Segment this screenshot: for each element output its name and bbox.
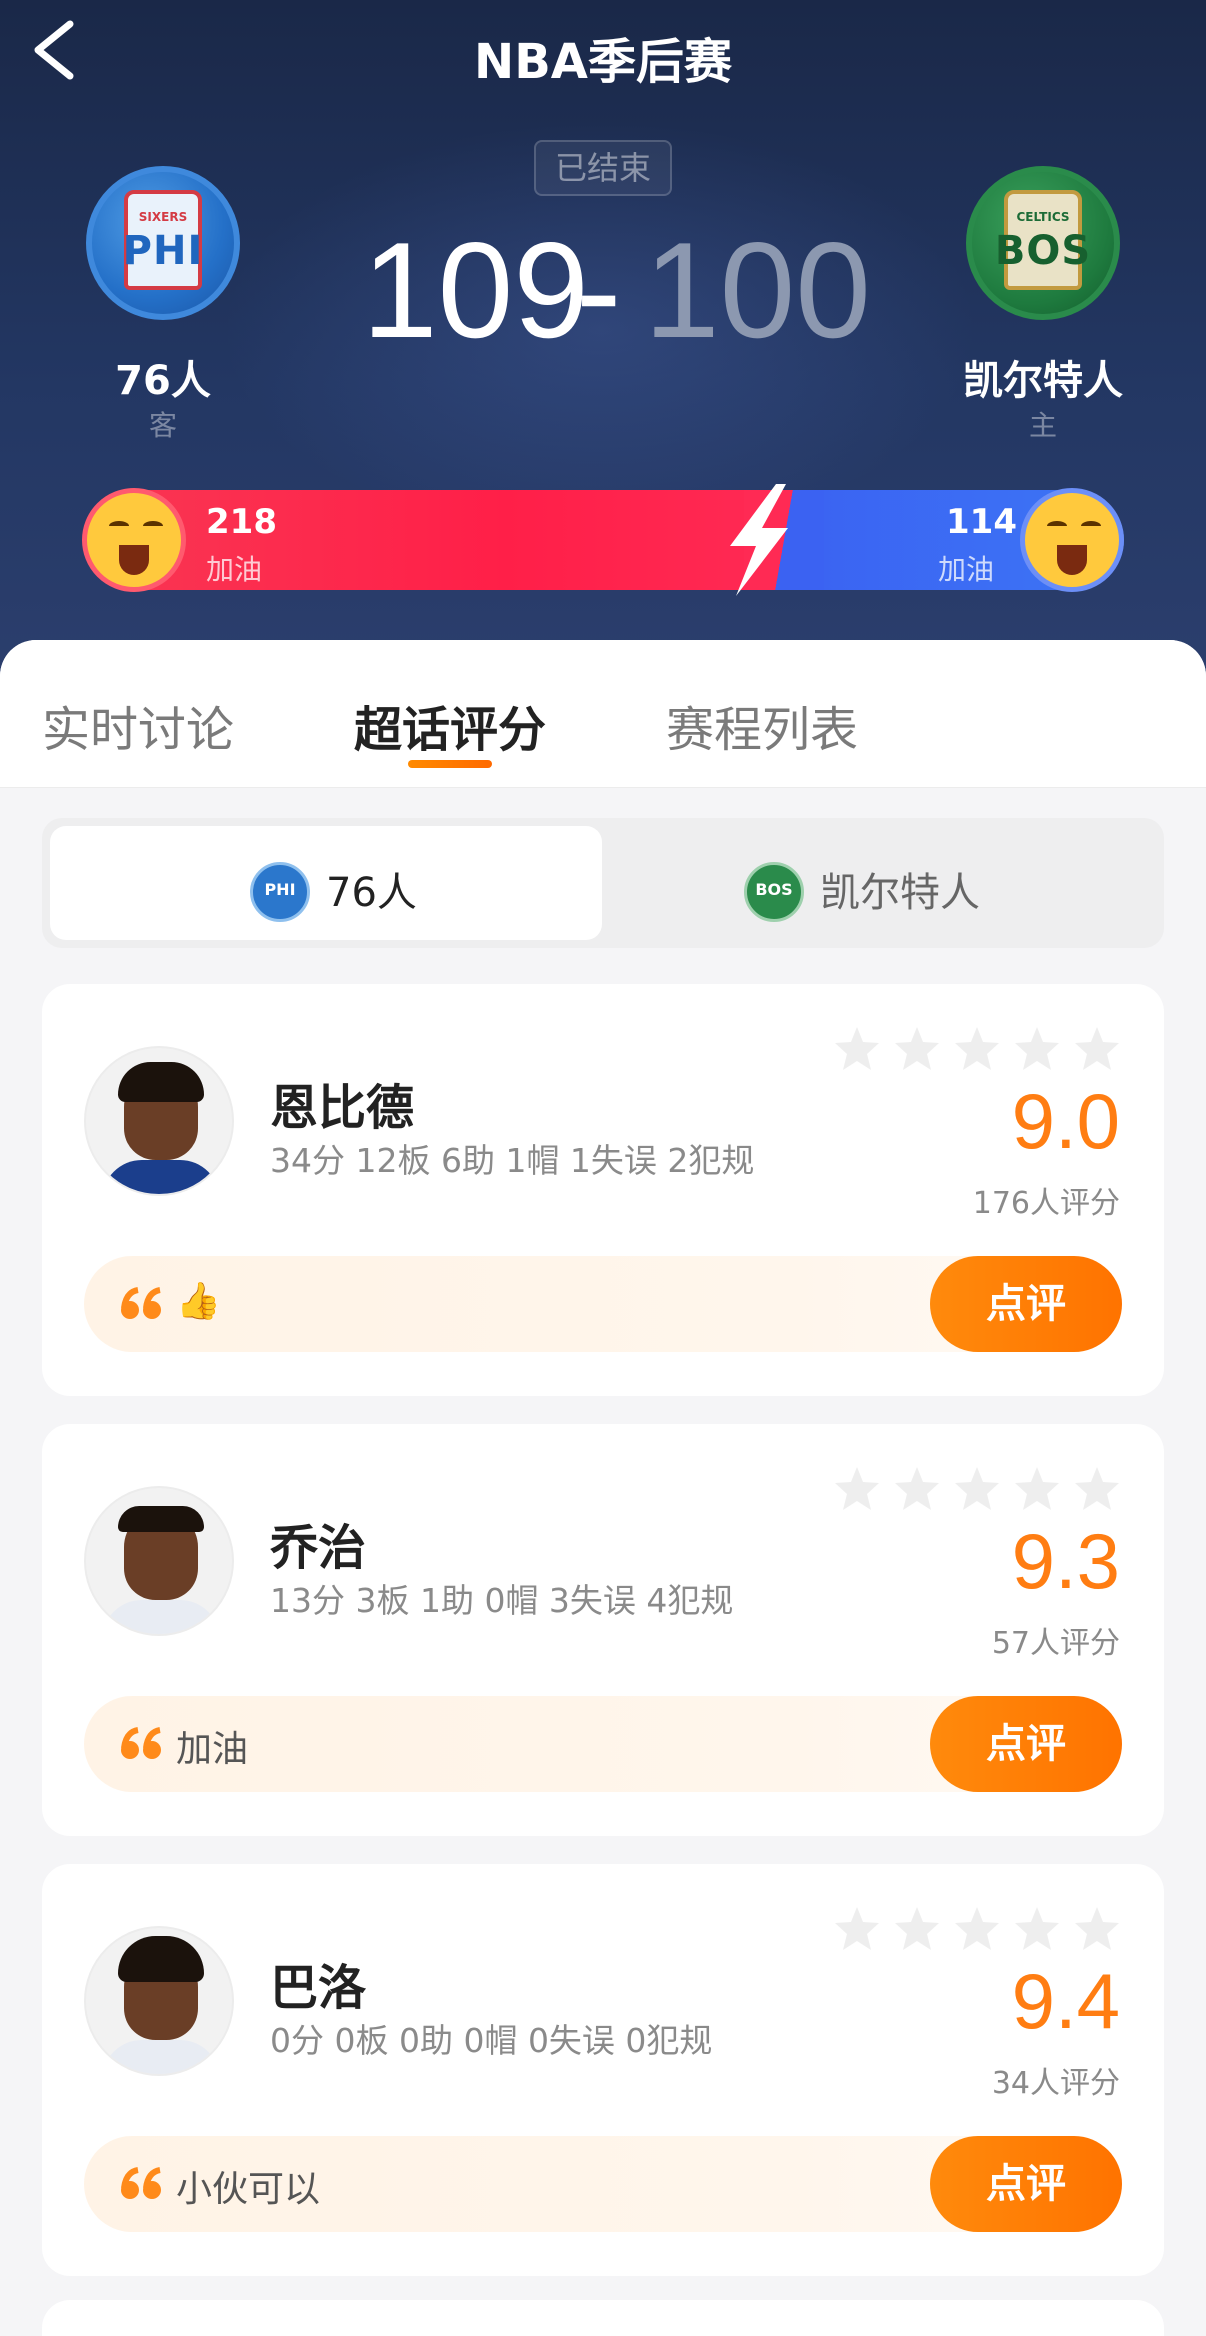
- away-score: 109: [362, 214, 589, 366]
- home-team-logo[interactable]: CELTICS BOS: [966, 166, 1120, 320]
- star-icon[interactable]: [892, 1024, 942, 1074]
- star-icon[interactable]: [952, 1464, 1002, 1514]
- toggle-away-label: 76人: [326, 870, 417, 916]
- star-icon[interactable]: [832, 1464, 882, 1514]
- player-card: 巴洛 0分 0板 0助 0帽 0失误 0犯规 9.4 34人评分 小伙可以 点评: [42, 1864, 1164, 2276]
- review-button[interactable]: 点评: [930, 2136, 1122, 2232]
- player-stats: 0分 0板 0助 0帽 0失误 0犯规: [270, 2021, 713, 2060]
- next-player-card: [42, 2300, 1164, 2336]
- status-badge: 已结束: [534, 140, 672, 196]
- player-name: 乔治: [270, 1520, 367, 1576]
- home-team-name[interactable]: 凯尔特人: [940, 348, 1146, 406]
- home-team-role: 主: [1028, 409, 1057, 442]
- away-team-role: 客: [148, 409, 177, 442]
- toggle-away-team[interactable]: PHI 76人: [50, 826, 602, 940]
- quote-icon: [121, 1727, 161, 1759]
- page-title: NBA季后赛: [474, 34, 732, 90]
- star-icon[interactable]: [832, 1904, 882, 1954]
- star-icon[interactable]: [952, 1904, 1002, 1954]
- content-sheet: 实时讨论 超话评分 赛程列表 PHI 76人 BOS 凯尔特人 恩比德 34分 …: [0, 640, 1206, 2336]
- player-avatar[interactable]: [84, 1046, 234, 1196]
- comment-text: 加油: [176, 1729, 249, 1770]
- star-icon[interactable]: [1072, 1904, 1122, 1954]
- player-stats: 13分 3板 1助 0帽 3失误 4犯规: [270, 1581, 734, 1620]
- rating-count: 57人评分: [991, 1626, 1120, 1661]
- quote-icon: [121, 1287, 161, 1319]
- star-icon[interactable]: [952, 1024, 1002, 1074]
- star-rating[interactable]: [832, 1024, 1132, 1076]
- away-cheer-emoji-icon[interactable]: [82, 488, 186, 592]
- rating-count: 176人评分: [972, 1186, 1120, 1221]
- away-team-logo[interactable]: SIXERS PHI: [86, 166, 240, 320]
- star-icon[interactable]: [1012, 1464, 1062, 1514]
- home-logo-small-text: CELTICS: [1016, 210, 1070, 224]
- star-icon[interactable]: [832, 1024, 882, 1074]
- comment-text: 👍: [176, 1281, 221, 1322]
- player-name: 巴洛: [270, 1960, 367, 2016]
- score-separator: -: [576, 214, 622, 366]
- game-header: NBA季后赛 已结束 SIXERS PHI 76人 客 CELTICS BOS …: [0, 0, 1206, 700]
- player-avatar[interactable]: [84, 1926, 234, 2076]
- quote-icon: [121, 2167, 161, 2199]
- star-icon[interactable]: [1012, 1904, 1062, 1954]
- away-team-name[interactable]: 76人: [80, 348, 246, 406]
- player-rating: 9.3: [1011, 1517, 1120, 1605]
- bos-logo-icon: BOS: [744, 862, 804, 922]
- star-icon[interactable]: [1072, 1464, 1122, 1514]
- team-toggle: PHI 76人 BOS 凯尔特人: [42, 818, 1164, 948]
- home-score: 100: [644, 214, 871, 366]
- away-cheer-label: 加油: [206, 553, 263, 586]
- tab-schedule[interactable]: 赛程列表: [666, 690, 858, 760]
- player-avatar[interactable]: [84, 1486, 234, 1636]
- player-rating: 9.4: [1011, 1957, 1120, 2045]
- away-logo-big-text: PHI: [122, 228, 204, 274]
- home-cheer-label: 加油: [938, 553, 995, 586]
- player-card: 乔治 13分 3板 1助 0帽 3失误 4犯规 9.3 57人评分 加油 点评: [42, 1424, 1164, 1836]
- home-logo-big-text: BOS: [994, 228, 1092, 274]
- rating-count: 34人评分: [991, 2066, 1120, 2101]
- active-tab-indicator: [408, 760, 492, 768]
- player-stats: 34分 12板 6助 1帽 1失误 2犯规: [270, 1141, 755, 1180]
- star-icon[interactable]: [892, 1464, 942, 1514]
- star-icon[interactable]: [892, 1904, 942, 1954]
- star-icon[interactable]: [1012, 1024, 1062, 1074]
- tab-live-discussion[interactable]: 实时讨论: [42, 690, 234, 760]
- phi-logo-icon: PHI: [250, 862, 310, 922]
- home-cheer-count: 114: [946, 502, 1017, 542]
- away-cheer-fill: [84, 490, 784, 590]
- player-name: 恩比德: [270, 1080, 415, 1136]
- home-cheer-emoji-icon[interactable]: [1020, 488, 1124, 592]
- player-rating: 9.0: [1011, 1077, 1120, 1165]
- comment-text: 小伙可以: [176, 2169, 321, 2210]
- player-card: 恩比德 34分 12板 6助 1帽 1失误 2犯规 9.0 176人评分 👍 点…: [42, 984, 1164, 1396]
- star-rating[interactable]: [832, 1904, 1132, 1956]
- tab-bar: 实时讨论 超话评分 赛程列表: [0, 640, 1206, 788]
- toggle-home-label: 凯尔特人: [820, 870, 980, 916]
- toggle-home-team[interactable]: BOS 凯尔特人: [604, 826, 1156, 940]
- away-logo-small-text: SIXERS: [138, 210, 188, 224]
- star-icon[interactable]: [1072, 1024, 1122, 1074]
- away-cheer-count: 218: [206, 502, 277, 542]
- review-button[interactable]: 点评: [930, 1256, 1122, 1352]
- review-button[interactable]: 点评: [930, 1696, 1122, 1792]
- star-rating[interactable]: [832, 1464, 1132, 1516]
- bolt-icon: [730, 484, 788, 596]
- tab-ratings[interactable]: 超话评分: [354, 690, 546, 760]
